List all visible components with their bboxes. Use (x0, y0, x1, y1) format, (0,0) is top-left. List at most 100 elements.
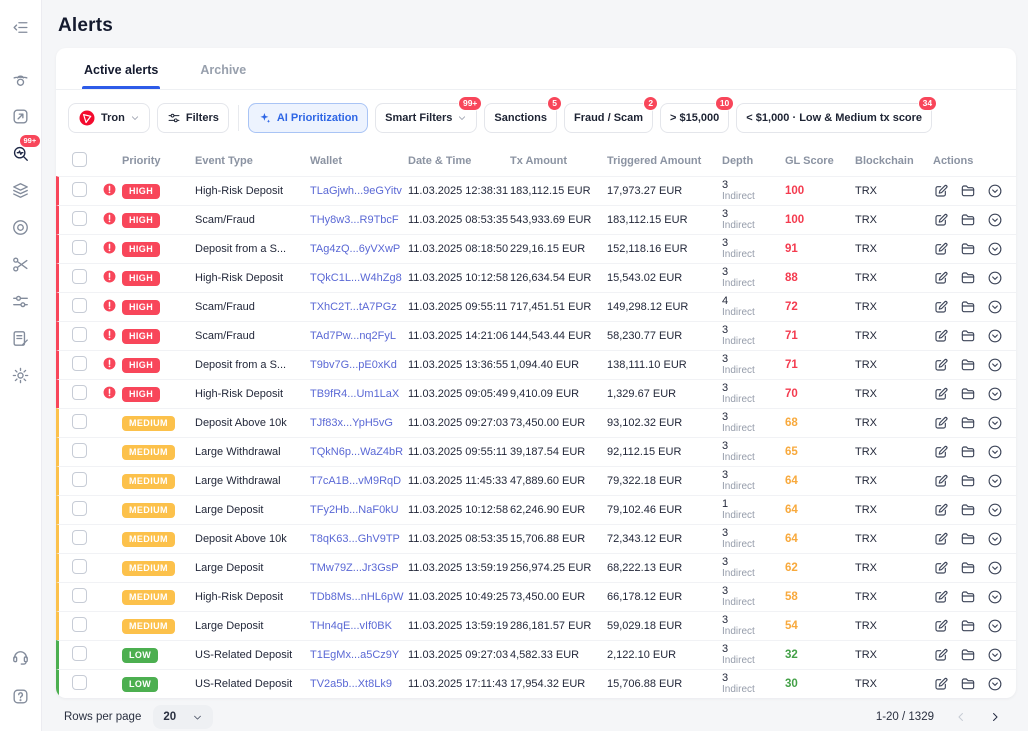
folder-icon[interactable] (960, 647, 976, 663)
chevron-circle-icon[interactable] (987, 299, 1003, 315)
folder-icon[interactable] (960, 212, 976, 228)
edit-icon[interactable] (933, 241, 949, 257)
wallet-link[interactable]: TLaGjwh...9eGYitv (310, 185, 402, 197)
wallet-link[interactable]: T7cA1B...vM9RqD (310, 475, 401, 487)
chevron-circle-icon[interactable] (987, 589, 1003, 605)
select-all-checkbox[interactable] (72, 152, 87, 167)
folder-icon[interactable] (960, 328, 976, 344)
wallet-link[interactable]: T1EgMx...a5Cz9Y (310, 649, 399, 661)
chevron-circle-icon[interactable] (987, 676, 1003, 692)
row-checkbox[interactable] (72, 240, 87, 255)
folder-icon[interactable] (960, 386, 976, 402)
edit-icon[interactable] (933, 676, 949, 692)
tab-archive[interactable]: Archive (198, 48, 248, 89)
chevron-circle-icon[interactable] (987, 328, 1003, 344)
edit-icon[interactable] (933, 589, 949, 605)
row-checkbox[interactable] (72, 617, 87, 632)
wallet-link[interactable]: TXhC2T...tA7PGz (310, 301, 397, 313)
folder-icon[interactable] (960, 241, 976, 257)
folder-icon[interactable] (960, 473, 976, 489)
row-checkbox[interactable] (72, 385, 87, 400)
chevron-circle-icon[interactable] (987, 386, 1003, 402)
edit-icon[interactable] (933, 560, 949, 576)
wallet-link[interactable]: TFy2Hb...NaF0kU (310, 504, 399, 516)
wallet-link[interactable]: TB9fR4...Um1LaX (310, 388, 399, 400)
edit-icon[interactable] (933, 531, 949, 547)
edit-icon[interactable] (933, 183, 949, 199)
row-checkbox[interactable] (72, 559, 87, 574)
wallet-link[interactable]: TAd7Pw...nq2FyL (310, 330, 396, 342)
edit-icon[interactable] (933, 212, 949, 228)
chevron-circle-icon[interactable] (987, 560, 1003, 576)
prev-page-button[interactable] (954, 710, 968, 724)
row-checkbox[interactable] (72, 211, 87, 226)
row-checkbox[interactable] (72, 472, 87, 487)
folder-icon[interactable] (960, 589, 976, 605)
chip-1-000-low-medium-tx-score[interactable]: < $1,000 · Low & Medium tx score34 (736, 103, 932, 133)
sidebar-item-token[interactable] (10, 216, 32, 238)
edit-icon[interactable] (933, 647, 949, 663)
rows-per-page-select[interactable]: 20 (153, 705, 213, 729)
edit-icon[interactable] (933, 270, 949, 286)
sidebar-item-settings[interactable] (10, 364, 32, 386)
row-checkbox[interactable] (72, 675, 87, 690)
row-checkbox[interactable] (72, 269, 87, 284)
chevron-circle-icon[interactable] (987, 212, 1003, 228)
chevron-circle-icon[interactable] (987, 415, 1003, 431)
wallet-link[interactable]: TAg4zQ...6yVXwP (310, 243, 400, 255)
edit-icon[interactable] (933, 502, 949, 518)
row-checkbox[interactable] (72, 356, 87, 371)
row-checkbox[interactable] (72, 298, 87, 313)
sidebar-item-help[interactable] (10, 685, 32, 707)
wallet-link[interactable]: T9bv7G...pE0xKd (310, 359, 397, 371)
chevron-circle-icon[interactable] (987, 357, 1003, 373)
row-checkbox[interactable] (72, 443, 87, 458)
row-checkbox[interactable] (72, 646, 87, 661)
folder-icon[interactable] (960, 618, 976, 634)
chevron-circle-icon[interactable] (987, 444, 1003, 460)
row-checkbox[interactable] (72, 414, 87, 429)
sidebar-item-detective[interactable] (10, 68, 32, 90)
row-checkbox[interactable] (72, 182, 87, 197)
wallet-link[interactable]: T8qK63...GhV9TP (310, 533, 400, 545)
edit-icon[interactable] (933, 444, 949, 460)
sidebar-item-sliders[interactable] (10, 290, 32, 312)
sidebar-item-compass[interactable] (10, 105, 32, 127)
wallet-link[interactable]: THn4qE...vIf0BK (310, 620, 392, 632)
wallet-link[interactable]: THy8w3...R9TbcF (310, 214, 399, 226)
folder-icon[interactable] (960, 357, 976, 373)
chip-tron[interactable]: Tron (68, 103, 150, 133)
chevron-circle-icon[interactable] (987, 473, 1003, 489)
folder-icon[interactable] (960, 270, 976, 286)
chevron-circle-icon[interactable] (987, 647, 1003, 663)
sidebar-collapse-button[interactable] (10, 16, 32, 38)
folder-icon[interactable] (960, 560, 976, 576)
folder-icon[interactable] (960, 531, 976, 547)
sidebar-item-scissors[interactable] (10, 253, 32, 275)
chip-ai-prioritization[interactable]: AI Prioritization (248, 103, 368, 133)
edit-icon[interactable] (933, 386, 949, 402)
folder-icon[interactable] (960, 502, 976, 518)
row-checkbox[interactable] (72, 501, 87, 516)
chip-15-000[interactable]: > $15,00010 (660, 103, 729, 133)
row-checkbox[interactable] (72, 327, 87, 342)
chevron-circle-icon[interactable] (987, 270, 1003, 286)
wallet-link[interactable]: TQkN6p...WaZ4bR (310, 446, 403, 458)
folder-icon[interactable] (960, 676, 976, 692)
folder-icon[interactable] (960, 183, 976, 199)
folder-icon[interactable] (960, 299, 976, 315)
edit-icon[interactable] (933, 618, 949, 634)
sidebar-item-support[interactable] (10, 645, 32, 667)
wallet-link[interactable]: TQkC1L...W4hZg8 (310, 272, 402, 284)
chevron-circle-icon[interactable] (987, 502, 1003, 518)
wallet-link[interactable]: TMw79Z...Jr3GsP (310, 562, 399, 574)
edit-icon[interactable] (933, 299, 949, 315)
chip-filters[interactable]: Filters (157, 103, 229, 133)
row-checkbox[interactable] (72, 530, 87, 545)
chevron-circle-icon[interactable] (987, 618, 1003, 634)
sidebar-item-alerts[interactable]: 99+ (10, 142, 32, 164)
sidebar-item-layers[interactable] (10, 179, 32, 201)
row-checkbox[interactable] (72, 588, 87, 603)
chip-smart-filters[interactable]: Smart Filters99+ (375, 103, 477, 133)
wallet-link[interactable]: TV2a5b...Xt8Lk9 (310, 678, 392, 690)
